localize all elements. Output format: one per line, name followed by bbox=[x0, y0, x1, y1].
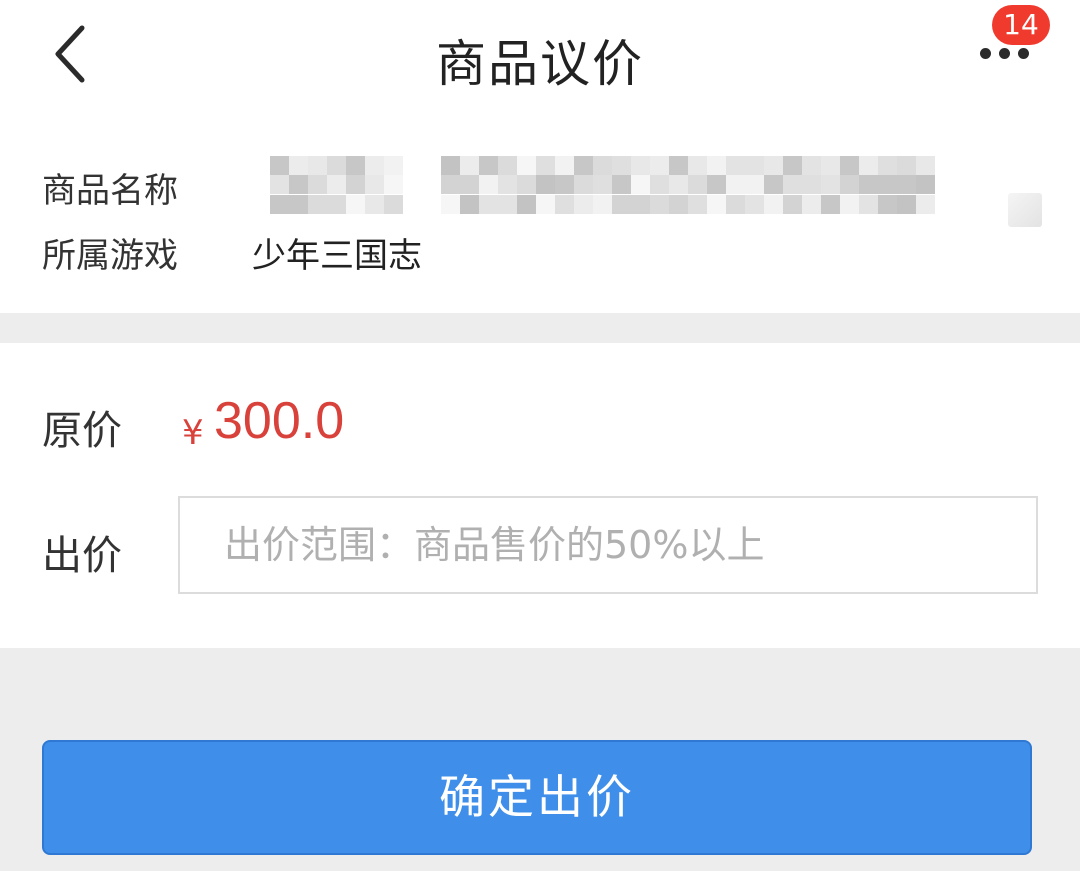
game-value: 少年三国志 bbox=[252, 236, 422, 276]
notification-badge: 14 bbox=[992, 5, 1050, 45]
game-label: 所属游戏 bbox=[42, 236, 178, 276]
product-info-section: 商品名称 所属游戏 少年三国志 bbox=[0, 118, 1080, 313]
confirm-offer-button[interactable]: 确定出价 bbox=[42, 740, 1032, 855]
original-price-value: 300.0 bbox=[214, 392, 345, 450]
price-section: 原价 ¥ 300.0 出价 bbox=[0, 343, 1080, 648]
more-dots-icon bbox=[980, 48, 1029, 59]
page-title: 商品议价 bbox=[436, 35, 644, 93]
bargain-page: 商品议价 14 商品名称 所属游戏 少年三国志 原价 ¥ 300.0 出价 确定… bbox=[0, 0, 1080, 871]
offer-price-label: 出价 bbox=[42, 533, 122, 579]
currency-symbol: ¥ bbox=[182, 413, 204, 453]
product-name-label: 商品名称 bbox=[42, 171, 178, 211]
original-price-label: 原价 bbox=[42, 408, 122, 454]
offer-price-input[interactable] bbox=[178, 496, 1038, 594]
top-bar: 商品议价 14 bbox=[0, 0, 1080, 118]
redacted-fragment bbox=[1008, 193, 1042, 227]
product-name-redacted bbox=[270, 156, 935, 214]
